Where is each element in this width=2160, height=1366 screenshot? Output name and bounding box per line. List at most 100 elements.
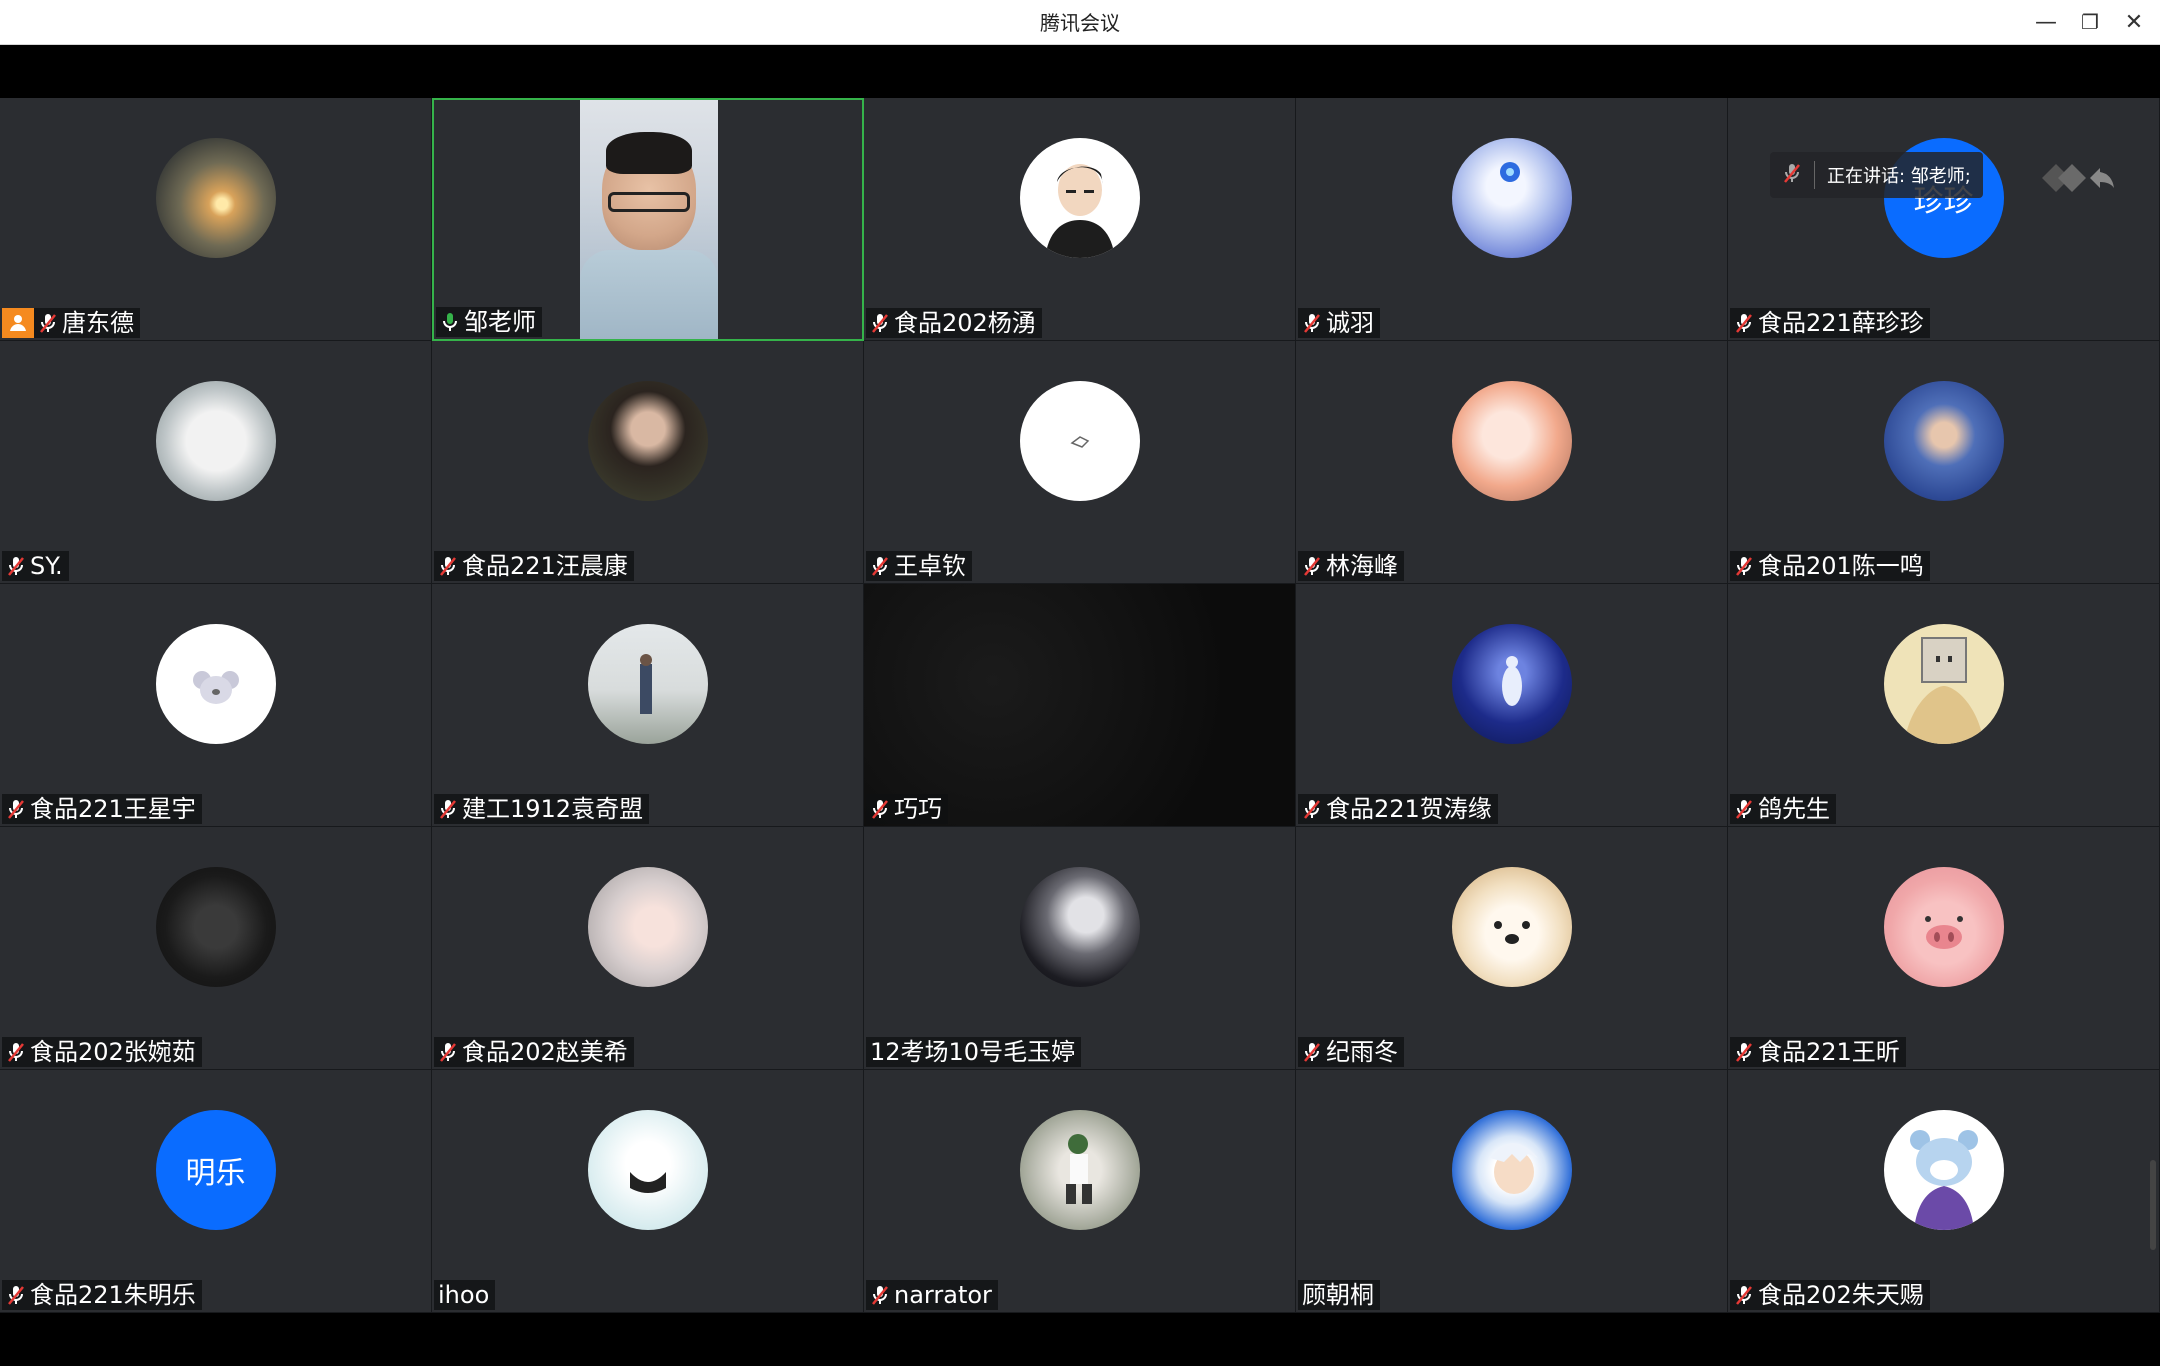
participant-tile[interactable]: 珍珍 食品221薛珍珍 bbox=[1728, 98, 2160, 341]
mic-muted-icon bbox=[1302, 1041, 1322, 1063]
participant-tile[interactable]: 诚羽 bbox=[1296, 98, 1728, 341]
participant-tile[interactable]: 纪雨冬 bbox=[1296, 827, 1728, 1070]
box-head-avatar bbox=[1883, 624, 2004, 744]
mic-muted-icon bbox=[1734, 312, 1754, 334]
participant-name: 巧巧 bbox=[894, 795, 942, 823]
bear-cartoon-avatar bbox=[1883, 1110, 2004, 1230]
sports-player-avatar bbox=[1883, 381, 2004, 501]
anime-girls-avatar bbox=[1451, 381, 1572, 501]
mic-muted-icon bbox=[870, 555, 890, 577]
participant-tile[interactable]: 12考场10号毛玉婷 bbox=[864, 827, 1296, 1070]
participant-tile[interactable]: 食品221汪晨康 bbox=[432, 341, 864, 584]
participant-tile[interactable]: 食品221王星宇 bbox=[0, 584, 432, 827]
participant-name: 食品221汪晨康 bbox=[462, 552, 628, 580]
participant-name: 12考场10号毛玉婷 bbox=[870, 1038, 1076, 1066]
participant-nameplate: 王卓钦 bbox=[866, 551, 972, 581]
mic-muted-icon bbox=[1734, 555, 1754, 577]
speaking-text: 正在讲话: 邹老师; bbox=[1827, 166, 1971, 187]
girl-portrait-avatar bbox=[587, 867, 708, 987]
restore-icon[interactable]: ❐ bbox=[2068, 0, 2112, 45]
participant-name: 林海峰 bbox=[1326, 552, 1398, 580]
participant-nameplate: 建工1912袁奇盟 bbox=[434, 794, 650, 824]
participant-tile[interactable]: ihoo bbox=[432, 1070, 864, 1313]
participant-nameplate: 食品221薛珍珍 bbox=[1730, 308, 1930, 338]
mic-muted-icon bbox=[1734, 798, 1754, 820]
participant-name: SY. bbox=[30, 552, 63, 580]
participant-name: 食品202朱天赐 bbox=[1758, 1281, 1924, 1309]
participant-tile[interactable]: 明乐 食品221朱明乐 bbox=[0, 1070, 432, 1313]
participant-tile[interactable]: 食品202朱天赐 bbox=[1728, 1070, 2160, 1313]
white-sketch-avatar bbox=[1019, 381, 1140, 501]
participant-tile[interactable]: 建工1912袁奇盟 bbox=[432, 584, 864, 827]
participant-name: 食品221朱明乐 bbox=[30, 1281, 196, 1309]
participant-tile[interactable]: 食品202张婉茹 bbox=[0, 827, 432, 1070]
cartoon-man-avatar bbox=[1019, 138, 1140, 258]
close-icon[interactable]: ✕ bbox=[2112, 0, 2156, 45]
bottom-black-bar bbox=[0, 1313, 2160, 1366]
speaking-indicator[interactable]: 正在讲话: 邹老师; bbox=[1770, 152, 1983, 198]
sunset-avatar bbox=[155, 138, 276, 258]
participant-tile[interactable]: 食品202杨湧 bbox=[864, 98, 1296, 341]
participant-name: 食品202张婉茹 bbox=[30, 1038, 196, 1066]
participant-name: 唐东德 bbox=[62, 309, 134, 337]
participant-name: 顾朝桐 bbox=[1302, 1281, 1374, 1309]
text-avatar: 明乐 bbox=[155, 1110, 276, 1230]
title-bar: 腾讯会议 — ❐ ✕ bbox=[0, 0, 2160, 45]
participant-name: 诚羽 bbox=[1326, 309, 1374, 337]
masked-boy-avatar bbox=[587, 1110, 708, 1230]
person-icon bbox=[10, 315, 26, 331]
mic-muted-icon bbox=[1782, 162, 1802, 189]
video-feed bbox=[580, 100, 718, 339]
participant-nameplate: 巧巧 bbox=[866, 794, 948, 824]
participant-tile[interactable]: narrator bbox=[864, 1070, 1296, 1313]
top-black-bar bbox=[0, 45, 2160, 98]
koala-avatar bbox=[155, 624, 276, 744]
participant-name: 王卓钦 bbox=[894, 552, 966, 580]
participant-nameplate: 食品201陈一鸣 bbox=[1730, 551, 1930, 581]
participant-tile[interactable]: 王卓钦 bbox=[864, 341, 1296, 584]
participant-tile[interactable]: 食品221王昕 bbox=[1728, 827, 2160, 1070]
mic-muted-icon bbox=[6, 555, 26, 577]
participant-tile[interactable]: 鸽先生 bbox=[1728, 584, 2160, 827]
participant-tile[interactable]: 顾朝桐 bbox=[1296, 1070, 1728, 1313]
mic-muted-icon bbox=[1734, 1041, 1754, 1063]
participant-nameplate: 唐东德 bbox=[2, 308, 140, 338]
mic-muted-icon bbox=[438, 1041, 458, 1063]
participant-name: 食品202杨湧 bbox=[894, 309, 1036, 337]
participant-tile[interactable]: 林海峰 bbox=[1296, 341, 1728, 584]
gintoki-avatar bbox=[1451, 1110, 1572, 1230]
white-cat-avatar bbox=[155, 381, 276, 501]
mic-muted-icon bbox=[870, 798, 890, 820]
participant-tile[interactable]: SY. bbox=[0, 341, 432, 584]
participant-tile-active[interactable]: 邹老师 bbox=[432, 98, 864, 341]
participant-nameplate: SY. bbox=[2, 551, 69, 581]
participant-name: 食品221王星宇 bbox=[30, 795, 196, 823]
mic-muted-icon bbox=[870, 1284, 890, 1306]
host-badge bbox=[2, 308, 34, 338]
speaker-view-toggle-icon[interactable] bbox=[2040, 152, 2120, 198]
white-hair-anime-avatar bbox=[1019, 867, 1140, 987]
participant-tile[interactable]: 食品202赵美希 bbox=[432, 827, 864, 1070]
mic-muted-icon bbox=[438, 798, 458, 820]
participant-tile[interactable]: 唐东德 bbox=[0, 98, 432, 341]
participant-name: 鸽先生 bbox=[1758, 795, 1830, 823]
participant-nameplate: 食品221贺涛缘 bbox=[1298, 794, 1498, 824]
boy-portrait-avatar bbox=[587, 381, 708, 501]
participant-tile[interactable]: 巧巧 bbox=[864, 584, 1296, 827]
anime-headphones-avatar bbox=[1451, 138, 1572, 258]
participant-nameplate: 顾朝桐 bbox=[1298, 1280, 1380, 1310]
couple-dark-avatar bbox=[155, 867, 276, 987]
mic-muted-icon bbox=[6, 1041, 26, 1063]
mic-muted-icon bbox=[6, 1284, 26, 1306]
window-title: 腾讯会议 bbox=[1040, 11, 1120, 35]
participant-tile[interactable]: 食品221贺涛缘 bbox=[1296, 584, 1728, 827]
child-outdoor-avatar bbox=[1019, 1110, 1140, 1230]
participant-name: 食品202赵美希 bbox=[462, 1038, 628, 1066]
minimize-icon[interactable]: — bbox=[2024, 0, 2068, 45]
participant-nameplate: narrator bbox=[866, 1280, 998, 1310]
person-outdoor-avatar bbox=[587, 624, 708, 744]
mic-muted-icon bbox=[6, 798, 26, 820]
scrollbar[interactable] bbox=[2150, 1160, 2156, 1250]
participant-nameplate: 食品202张婉茹 bbox=[2, 1037, 202, 1067]
participant-tile[interactable]: 食品201陈一鸣 bbox=[1728, 341, 2160, 584]
